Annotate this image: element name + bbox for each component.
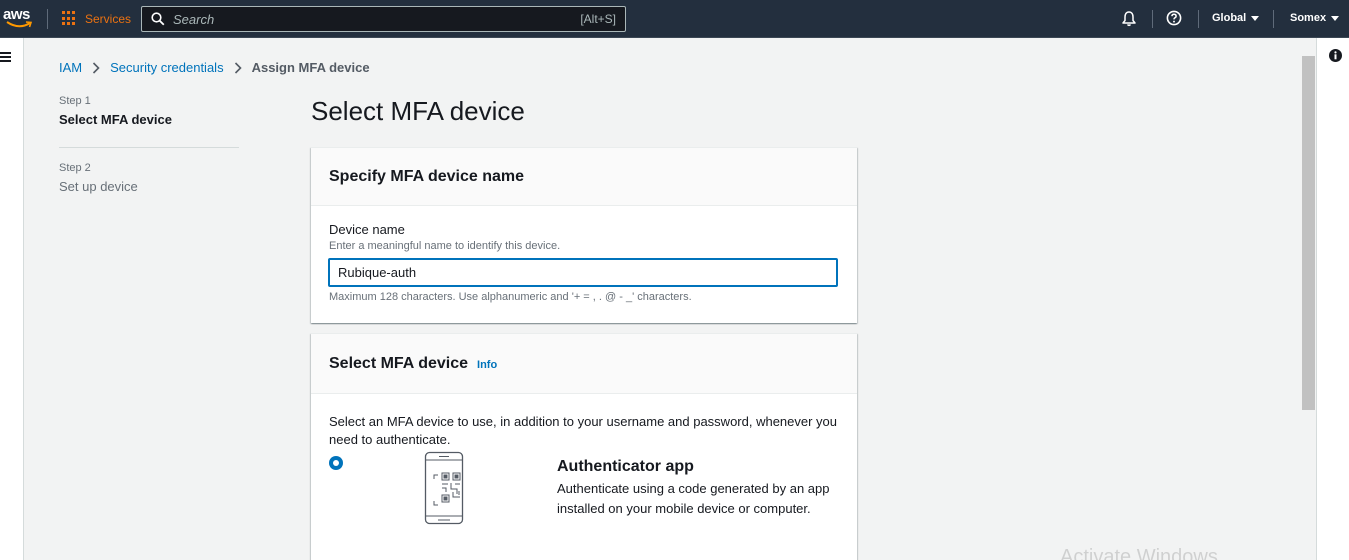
account-label: Somex — [1290, 12, 1327, 24]
nav-divider — [1273, 10, 1274, 28]
left-navigation-rail — [0, 38, 24, 560]
search-input[interactable]: Search [Alt+S] — [141, 6, 626, 32]
panel-header: Select MFA device Info — [311, 334, 857, 394]
nav-divider — [47, 9, 48, 29]
phone-qr-icon — [424, 451, 464, 525]
step-number: Step 2 — [59, 162, 91, 174]
region-label: Global — [1212, 12, 1247, 24]
info-link[interactable]: Info — [477, 359, 497, 371]
nav-divider — [1152, 10, 1153, 28]
nav-divider — [1198, 10, 1199, 28]
device-name-input[interactable] — [328, 258, 838, 287]
info-icon[interactable] — [1329, 49, 1342, 62]
breadcrumb-iam-link[interactable]: IAM — [59, 60, 82, 75]
step-divider — [59, 147, 239, 148]
wizard-step-1[interactable]: Step 1 Select MFA device — [59, 95, 239, 127]
services-label: Services — [85, 11, 132, 26]
services-grid-icon — [62, 11, 77, 26]
panel-title: Specify MFA device name — [329, 167, 525, 185]
step-title: Set up device — [59, 179, 138, 194]
step-title: Select MFA device — [59, 112, 172, 127]
wizard-steps: Step 1 Select MFA device Step 2 Set up d… — [59, 95, 239, 194]
top-navigation: aws Services Search [Alt+S] Global Somex — [0, 0, 1349, 38]
aws-logo[interactable]: aws — [3, 6, 33, 32]
authenticator-app-title: Authenticator app — [557, 458, 694, 475]
search-icon — [151, 12, 165, 26]
account-menu[interactable]: Somex — [1290, 12, 1340, 24]
step-number: Step 1 — [59, 95, 91, 107]
breadcrumb-security-credentials-link[interactable]: Security credentials — [110, 60, 223, 75]
authenticator-app-radio[interactable] — [329, 456, 343, 470]
chevron-right-icon — [234, 61, 242, 74]
bell-icon[interactable] — [1121, 10, 1137, 27]
right-tools-rail — [1316, 38, 1349, 560]
caret-down-icon — [1251, 16, 1260, 21]
page-title: Select MFA device — [311, 96, 525, 126]
authenticator-app-description: Authenticate using a code generated by a… — [557, 481, 830, 516]
search-shortcut: [Alt+S] — [580, 12, 616, 26]
aws-smile-icon — [6, 21, 33, 28]
region-selector[interactable]: Global — [1212, 12, 1260, 24]
mfa-device-description: Select an MFA device to use, in addition… — [329, 414, 838, 447]
breadcrumb: IAM Security credentials Assign MFA devi… — [59, 60, 370, 75]
services-menu-button[interactable]: Services — [62, 11, 131, 26]
menu-icon[interactable] — [0, 52, 11, 64]
breadcrumb-current: Assign MFA device — [251, 60, 370, 75]
panel-header: Specify MFA device name — [311, 148, 857, 206]
panel-title: Select MFA device — [329, 354, 469, 372]
help-icon[interactable] — [1166, 10, 1182, 26]
device-name-description: Enter a meaningful name to identify this… — [329, 240, 561, 252]
search-placeholder: Search — [173, 12, 215, 27]
mfa-device-panel: Select MFA device Info Select an MFA dev… — [311, 333, 857, 560]
device-name-label: Device name — [329, 222, 405, 237]
windows-activation-watermark: Activate Windows — [1060, 546, 1218, 560]
wizard-step-2: Step 2 Set up device — [59, 162, 239, 194]
chevron-right-icon — [92, 61, 100, 74]
scrollbar-thumb[interactable] — [1302, 56, 1315, 410]
device-name-constraint: Maximum 128 characters. Use alphanumeric… — [329, 291, 692, 303]
caret-down-icon — [1331, 16, 1340, 21]
device-name-panel: Specify MFA device name Device name Ente… — [311, 147, 857, 323]
